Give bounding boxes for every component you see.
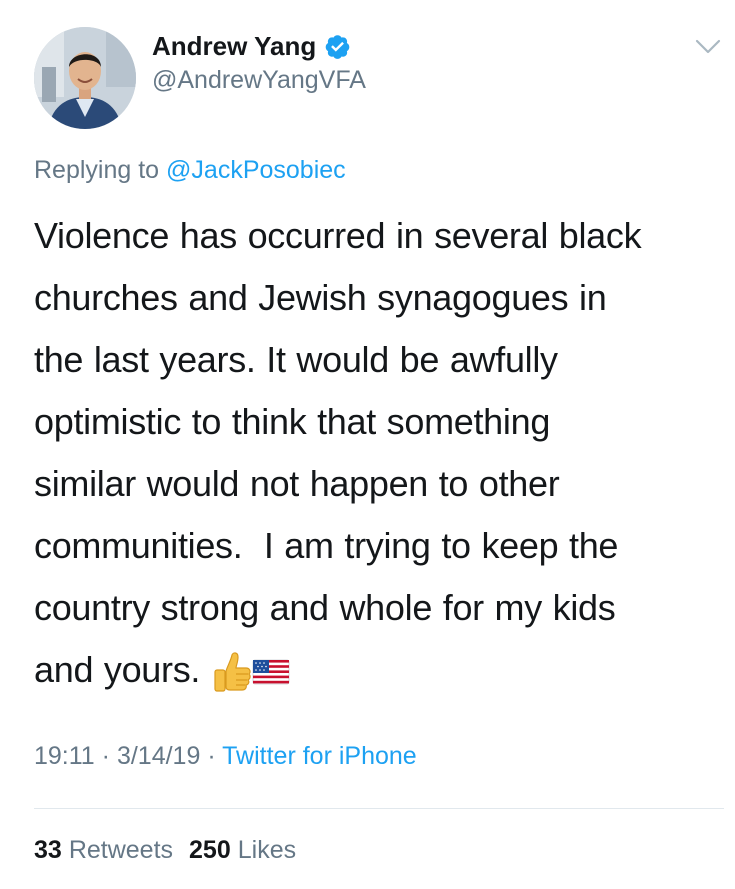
us-flag-icon [252,660,290,685]
reply-mention-link[interactable]: @JackPosobiec [166,156,346,184]
tweet-text: Violence has occurred in several black c… [34,205,724,701]
more-options-button[interactable] [690,32,726,60]
tweet-meta: 19:11 · 3/14/19 · Twitter for iPhone [34,742,417,771]
author-display-name[interactable]: Andrew Yang [152,31,316,62]
tweet-stats: 33 Retweets 250 Likes [34,836,296,865]
author-name-row: Andrew Yang [152,28,351,64]
verified-badge-icon [324,33,351,60]
tweet-text-line: communities. I am trying to keep the [34,525,619,566]
thumbs-up-icon [214,652,251,693]
tweet-date[interactable]: 3/14/19 [117,742,200,770]
tweet-text-line: Violence has occurred in several black [34,215,642,256]
tweet-text-line: country strong and whole for my kids [34,587,616,628]
replying-to-label: Replying to [34,156,160,184]
emoji-group [212,651,290,693]
tweet-text-line: churches and Jewish synagogues in [34,277,607,318]
author-handle[interactable]: @AndrewYangVFA [152,66,366,95]
retweets-label: Retweets [68,836,174,864]
avatar[interactable] [34,27,136,129]
meta-separator: · [207,742,216,770]
chevron-down-icon [695,39,721,54]
likes-stat[interactable]: 250 Likes [189,836,296,865]
meta-separator: · [101,742,110,770]
tweet-text-line-last: and yours. [34,639,724,701]
divider [34,808,724,809]
retweets-count: 33 [34,836,62,864]
likes-count: 250 [189,836,231,864]
tweet-time[interactable]: 19:11 [34,742,95,770]
avatar-photo [34,27,136,129]
likes-label: Likes [237,836,297,864]
tweet-text-line: the last years. It would be awfully [34,339,558,380]
replying-to: Replying to @JackPosobiec [34,156,346,185]
retweets-stat[interactable]: 33 Retweets [34,836,173,865]
tweet-source-link[interactable]: Twitter for iPhone [222,742,417,770]
tweet-detail: Andrew Yang @AndrewYangVFA Replying to @… [0,0,735,889]
tweet-text-line: optimistic to think that something [34,401,551,442]
tweet-text-line-content: and yours. [34,649,201,690]
tweet-text-line: similar would not happen to other [34,463,560,504]
